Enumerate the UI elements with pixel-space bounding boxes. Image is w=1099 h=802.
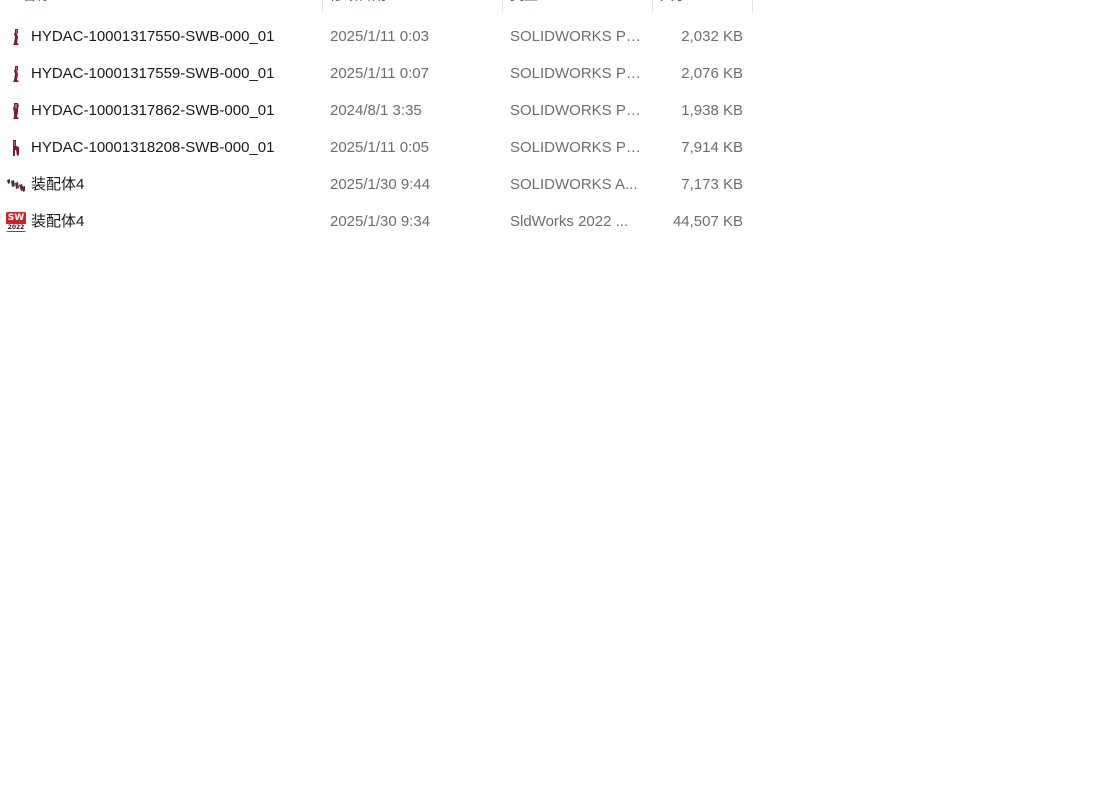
- column-header-bar: 名称 修改日期 类型 大小: [0, 0, 754, 12]
- file-date-modified: 2025/1/11 0:07: [330, 65, 429, 82]
- file-size: 44,507 KB: [672, 213, 743, 230]
- file-name: HYDAC-10001317862-SWB-000_01: [31, 102, 275, 119]
- file-size: 2,032 KB: [681, 28, 743, 45]
- file-row[interactable]: 装配体4 2025/1/30 9:44 SOLIDWORKS A... 7,17…: [0, 166, 760, 203]
- solidworks-part-icon: [5, 18, 27, 55]
- file-name: 装配体4: [31, 176, 85, 193]
- solidworks-part-icon: [5, 129, 27, 166]
- file-name: HYDAC-10001317550-SWB-000_01: [31, 28, 275, 45]
- file-type: SldWorks 2022 ...: [510, 213, 629, 230]
- file-name: HYDAC-10001317559-SWB-000_01: [31, 65, 275, 82]
- file-type: SOLIDWORKS Pa...: [510, 139, 645, 156]
- badge-label: SW: [7, 212, 25, 223]
- file-date-modified: 2025/1/30 9:44: [330, 176, 431, 193]
- file-type: SOLIDWORKS Pa...: [510, 65, 645, 82]
- file-date-modified: 2024/8/1 3:35: [330, 102, 422, 119]
- file-explorer-list-view: 名称 修改日期 类型 大小 HYDAC-10001317550-SWB-000_…: [0, 0, 1099, 802]
- file-row[interactable]: HYDAC-10001317550-SWB-000_01 2025/1/11 0…: [0, 18, 760, 55]
- sldworks-badge: SW 2022: [6, 211, 26, 232]
- file-date-modified: 2025/1/11 0:03: [330, 28, 429, 45]
- file-row[interactable]: HYDAC-10001318208-SWB-000_01 2025/1/11 0…: [0, 129, 760, 166]
- solidworks-part-icon: [5, 92, 27, 129]
- file-name: 装配体4: [31, 213, 85, 230]
- file-type: SOLIDWORKS Pa...: [510, 102, 645, 119]
- sldworks-2022-icon: SW 2022: [5, 203, 27, 240]
- file-name: HYDAC-10001318208-SWB-000_01: [31, 139, 275, 156]
- file-list: HYDAC-10001317550-SWB-000_01 2025/1/11 0…: [0, 18, 760, 240]
- file-row[interactable]: HYDAC-10001317559-SWB-000_01 2025/1/11 0…: [0, 55, 760, 92]
- file-type: SOLIDWORKS Pa...: [510, 28, 645, 45]
- file-date-modified: 2025/1/11 0:05: [330, 139, 429, 156]
- file-size: 7,173 KB: [681, 176, 743, 193]
- column-divider[interactable]: [752, 0, 753, 12]
- file-row[interactable]: HYDAC-10001317862-SWB-000_01 2024/8/1 3:…: [0, 92, 760, 129]
- file-date-modified: 2025/1/30 9:34: [330, 213, 431, 230]
- badge-year: 2022: [6, 223, 26, 231]
- file-size: 1,938 KB: [681, 102, 743, 119]
- column-header-name[interactable]: 名称: [14, 0, 322, 12]
- column-header-type[interactable]: 类型: [502, 0, 652, 12]
- file-type: SOLIDWORKS A...: [510, 176, 638, 193]
- file-size: 2,076 KB: [681, 65, 743, 82]
- file-size: 7,914 KB: [681, 139, 743, 156]
- file-row[interactable]: SW 2022 装配体4 2025/1/30 9:34 SldWorks 202…: [0, 203, 760, 240]
- column-header-date-modified[interactable]: 修改日期: [322, 0, 502, 12]
- solidworks-assembly-icon: [5, 166, 27, 203]
- solidworks-part-icon: [5, 55, 27, 92]
- column-header-size[interactable]: 大小: [652, 0, 752, 12]
